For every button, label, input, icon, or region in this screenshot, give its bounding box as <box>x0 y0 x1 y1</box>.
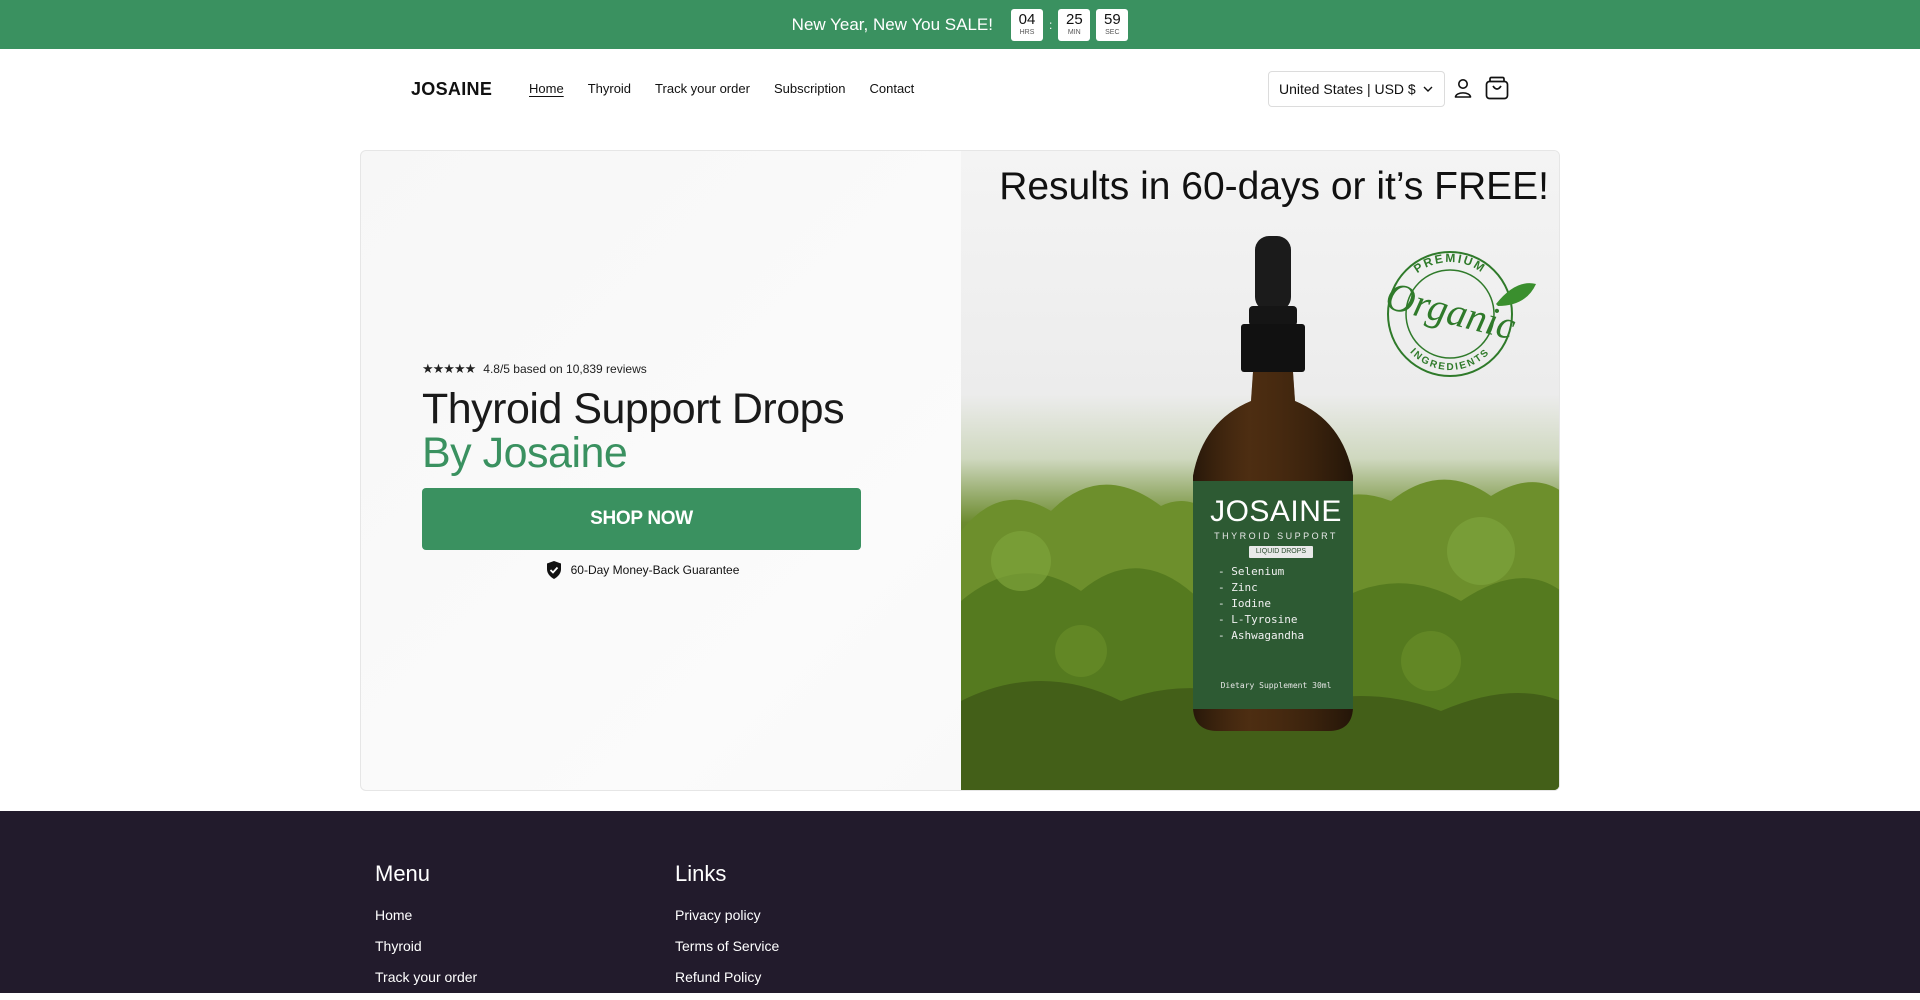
footer-menu-column: Menu Home Thyroid Track your order <box>375 861 477 1000</box>
footer-links-column: Links Privacy policy Terms of Service Re… <box>675 861 779 1000</box>
ingredient-item: - L-Tyrosine <box>1218 613 1298 626</box>
guarantee-text: 60-Day Money-Back Guarantee <box>570 563 740 577</box>
ingredient-item: - Selenium <box>1218 565 1285 578</box>
bottle-subtitle: THYROID SUPPORT <box>1214 531 1338 541</box>
shop-now-button[interactable]: SHOP NOW <box>422 488 861 550</box>
hero-product-image: Results in 60-days or it’s FREE! JOSAINE… <box>961 151 1559 790</box>
site-logo[interactable]: JOSAINE <box>411 79 492 100</box>
shopping-bag-icon[interactable] <box>1484 75 1510 101</box>
footer-link-terms[interactable]: Terms of Service <box>675 938 779 954</box>
site-header: JOSAINE Home Thyroid Track your order Su… <box>0 49 1920 129</box>
hero-content: ★★★★★ 4.8/5 based on 10,839 reviews Thyr… <box>422 361 862 580</box>
footer-link-refund[interactable]: Refund Policy <box>675 969 779 985</box>
bottle-footer: Dietary Supplement 30ml <box>1220 681 1332 690</box>
footer-link-privacy[interactable]: Privacy policy <box>675 907 779 923</box>
nav-thyroid[interactable]: Thyroid <box>588 81 631 96</box>
ingredient-item: - Zinc <box>1218 581 1258 594</box>
countdown-minutes: 25 MIN <box>1058 8 1091 41</box>
footer-link-track-order[interactable]: Track your order <box>375 969 477 985</box>
shield-check-icon <box>546 561 561 579</box>
bottle-ingredients: - Selenium - Zinc - Iodine - L-Tyrosine … <box>1218 564 1304 644</box>
rating-text: 4.8/5 based on 10,839 reviews <box>483 362 647 376</box>
country-currency-label: United States | USD $ <box>1279 81 1416 97</box>
nav-contact[interactable]: Contact <box>869 81 914 96</box>
bottle-tag: LIQUID DROPS <box>1249 546 1313 558</box>
site-footer: Menu Home Thyroid Track your order Links… <box>0 811 1920 993</box>
user-icon[interactable] <box>1452 77 1474 99</box>
badge-top-text: PREMIUM <box>1411 251 1487 276</box>
countdown-hours: 04 HRS <box>1010 8 1043 41</box>
hero-banner: ★★★★★ 4.8/5 based on 10,839 reviews Thyr… <box>360 150 1560 791</box>
countdown-separator: : <box>1048 17 1053 32</box>
hero-subtitle: By Josaine <box>422 429 628 477</box>
chevron-down-icon <box>1423 86 1433 92</box>
rating-row: ★★★★★ 4.8/5 based on 10,839 reviews <box>422 361 862 377</box>
footer-link-thyroid[interactable]: Thyroid <box>375 938 477 954</box>
badge-main-text: Organic <box>1381 273 1520 349</box>
hero-title: Thyroid Support Drops <box>422 385 845 433</box>
country-currency-selector[interactable]: United States | USD $ <box>1268 71 1445 107</box>
ingredient-item: - Ashwagandha <box>1218 629 1305 642</box>
nav-subscription[interactable]: Subscription <box>774 81 846 96</box>
announcement-bar: New Year, New You SALE! 04 HRS : 25 MIN … <box>0 0 1920 49</box>
bottle-brand: JOSAINE <box>1210 495 1342 528</box>
main-nav: Home Thyroid Track your order Subscripti… <box>529 81 914 96</box>
ingredient-item: - Iodine <box>1218 597 1271 610</box>
announcement-text: New Year, New You SALE! <box>791 14 993 34</box>
footer-links-title: Links <box>675 861 727 886</box>
nav-track-order[interactable]: Track your order <box>655 81 750 96</box>
countdown-seconds-value: 59 <box>1103 11 1121 28</box>
countdown-hours-label: HRS <box>1019 29 1035 36</box>
organic-badge-icon: PREMIUM INGREDIENTS Organic <box>1381 251 1536 377</box>
footer-link-home[interactable]: Home <box>375 907 477 923</box>
countdown-minutes-label: MIN <box>1067 29 1081 36</box>
footer-menu-title: Menu <box>375 861 431 886</box>
countdown-seconds-label: SEC <box>1105 29 1120 36</box>
countdown-timer: 04 HRS : 25 MIN 59 SEC <box>1010 8 1129 41</box>
star-rating-icon: ★★★★★ <box>422 361 476 376</box>
svg-text:PREMIUM: PREMIUM <box>1411 251 1489 276</box>
guarantee-note: 60-Day Money-Back Guarantee <box>422 560 862 580</box>
countdown-seconds: 59 SEC <box>1096 8 1129 41</box>
results-headline: Results in 60-days or it’s FREE! <box>999 165 1549 208</box>
product-bottle-image <box>1193 236 1353 731</box>
countdown-minutes-value: 25 <box>1065 11 1083 28</box>
countdown-hours-value: 04 <box>1018 11 1036 28</box>
nav-home[interactable]: Home <box>529 81 564 96</box>
